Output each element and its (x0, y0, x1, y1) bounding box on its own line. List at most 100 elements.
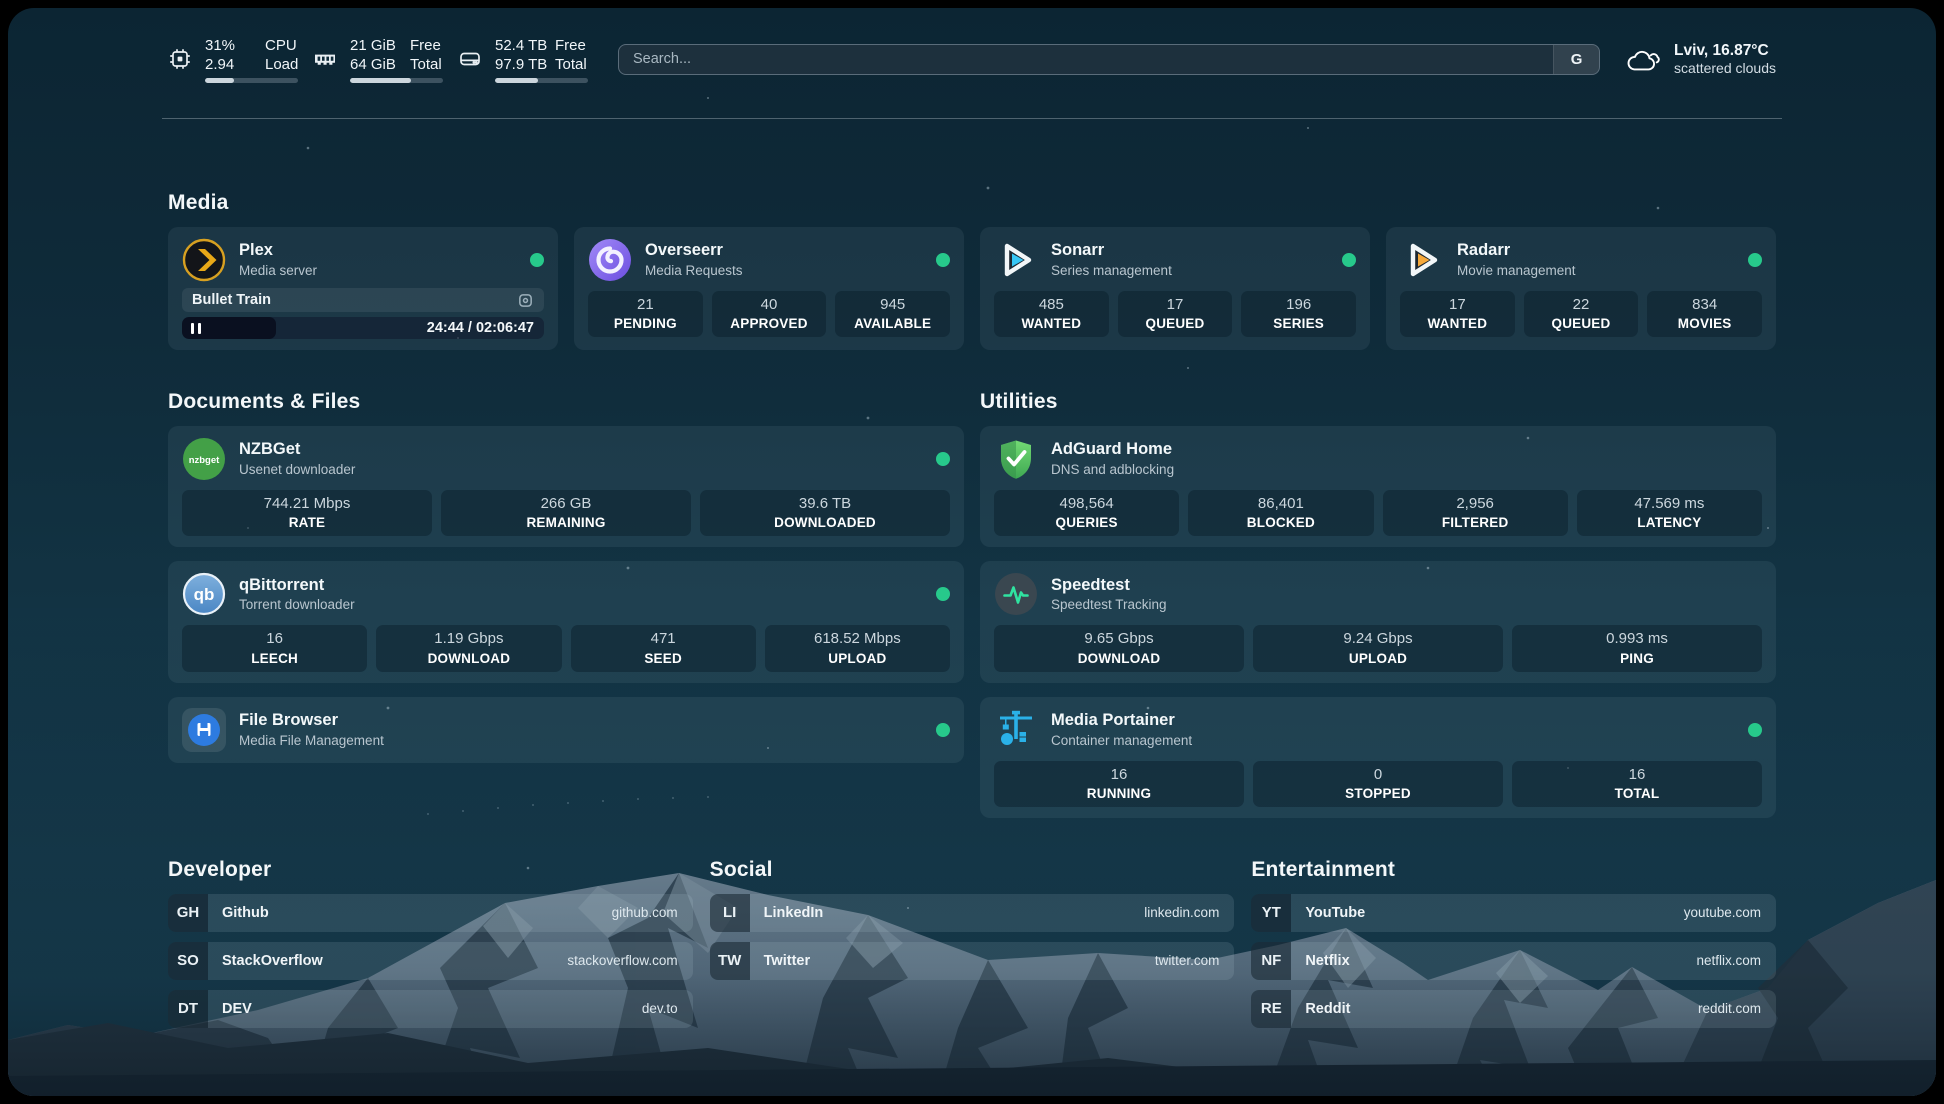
memory-stat: 21 GiB64 GiB FreeTotal (313, 36, 443, 83)
stat-leech: 16LEECH (182, 625, 367, 671)
app-desc: Series management (1051, 262, 1172, 280)
stat-downloaded: 39.6 TBDOWNLOADED (700, 490, 950, 536)
bookmark-url: youtube.com (1684, 905, 1761, 920)
memory-icon (313, 47, 337, 71)
stat-stopped: 0STOPPED (1253, 761, 1503, 807)
cpu-label-1: CPU (265, 36, 298, 55)
memory-bar (350, 78, 443, 83)
section-developer: Developer GH Github github.com SO StackO… (168, 858, 693, 1028)
stat-movies: 834MOVIES (1647, 291, 1762, 337)
app-card-portainer[interactable]: Media Portainer Container management 16R… (980, 697, 1776, 818)
app-desc: Container management (1051, 732, 1192, 750)
search-bar: G (618, 44, 1600, 75)
stat-rate: 744.21 MbpsRATE (182, 490, 432, 536)
stat-wanted: 485WANTED (994, 291, 1109, 337)
bookmark-label: YouTube (1305, 905, 1365, 921)
app-card-adguard[interactable]: AdGuard Home DNS and adblocking 498,564Q… (980, 426, 1776, 547)
bookmark-abbr: NF (1251, 942, 1291, 980)
bookmark-youtube[interactable]: YT YouTube youtube.com (1251, 894, 1776, 932)
camera-icon[interactable] (517, 292, 534, 309)
bookmark-github[interactable]: GH Github github.com (168, 894, 693, 932)
bookmark-netflix[interactable]: NF Netflix netflix.com (1251, 942, 1776, 980)
bookmark-url: reddit.com (1698, 1001, 1761, 1016)
bookmark-url: github.com (612, 905, 678, 920)
memory-label-2: Total (410, 55, 443, 74)
disk-label-1: Free (555, 36, 588, 55)
stat-seed: 471SEED (571, 625, 756, 671)
app-name: qBittorrent (239, 575, 355, 596)
stat-ping: 0.993 msPING (1512, 625, 1762, 671)
qbittorrent-icon: qb (182, 572, 226, 616)
status-dot (1342, 253, 1356, 267)
dashboard-page: 31%2.94 CPULoad 21 GiB64 GiB F (8, 8, 1936, 1096)
search-engine-button[interactable]: G (1553, 45, 1599, 74)
bookmark-url: stackoverflow.com (567, 953, 677, 968)
cloud-icon (1625, 46, 1661, 73)
bookmark-abbr: LI (710, 894, 750, 932)
app-card-qbittorrent[interactable]: qb qBittorrent Torrent downloader 16LEEC… (168, 561, 964, 682)
app-card-speedtest[interactable]: Speedtest Speedtest Tracking 9.65 GbpsDO… (980, 561, 1776, 682)
app-name: Radarr (1457, 240, 1576, 261)
app-card-radarr[interactable]: Radarr Movie management 17WANTED 22QUEUE… (1386, 227, 1776, 350)
bookmark-twitter[interactable]: TW Twitter twitter.com (710, 942, 1235, 980)
header-divider (162, 118, 1782, 119)
weather-widget: Lviv, 16.87°C scattered clouds (1625, 41, 1776, 78)
app-desc: Speedtest Tracking (1051, 596, 1167, 614)
app-card-overseerr[interactable]: Overseerr Media Requests 21PENDING 40APP… (574, 227, 964, 350)
plex-icon (182, 238, 226, 282)
section-title-entertainment: Entertainment (1251, 858, 1776, 882)
app-desc: Media server (239, 262, 317, 280)
disk-stat: 52.4 TB97.9 TB FreeTotal (458, 36, 588, 83)
stat-available: 945AVAILABLE (835, 291, 950, 337)
status-dot (530, 253, 544, 267)
status-dot (936, 452, 950, 466)
bookmark-stackoverflow[interactable]: SO StackOverflow stackoverflow.com (168, 942, 693, 980)
cpu-percent: 31% (205, 36, 265, 55)
bookmark-url: linkedin.com (1144, 905, 1219, 920)
disk-bar (495, 78, 588, 83)
app-card-nzbget[interactable]: nzbget NZBGet Usenet downloader 744.21 M… (168, 426, 964, 547)
stat-upload: 9.24 GbpsUPLOAD (1253, 625, 1503, 671)
svg-text:qb: qb (194, 585, 215, 604)
section-utilities: Utilities (980, 390, 1776, 818)
section-entertainment: Entertainment YT YouTube youtube.com NF … (1251, 858, 1776, 1028)
app-name: AdGuard Home (1051, 439, 1174, 460)
bookmark-url: dev.to (642, 1001, 678, 1016)
search-input[interactable] (619, 51, 1553, 67)
stat-total: 16TOTAL (1512, 761, 1762, 807)
bookmark-label: LinkedIn (764, 905, 824, 921)
app-card-filebrowser[interactable]: File Browser Media File Management (168, 697, 964, 763)
stat-blocked: 86,401BLOCKED (1188, 490, 1373, 536)
app-name: Media Portainer (1051, 710, 1192, 731)
status-dot (936, 587, 950, 601)
cpu-bar (205, 78, 298, 83)
status-dot (1748, 253, 1762, 267)
bookmark-abbr: TW (710, 942, 750, 980)
bookmark-label: Reddit (1305, 1001, 1350, 1017)
bookmark-abbr: GH (168, 894, 208, 932)
pause-icon[interactable] (191, 323, 201, 334)
status-dot (936, 253, 950, 267)
app-card-sonarr[interactable]: Sonarr Series management 485WANTED 17QUE… (980, 227, 1370, 350)
stat-pending: 21PENDING (588, 291, 703, 337)
app-desc: Torrent downloader (239, 596, 355, 614)
bookmark-dev[interactable]: DT DEV dev.to (168, 990, 693, 1028)
bookmark-linkedin[interactable]: LI LinkedIn linkedin.com (710, 894, 1235, 932)
now-playing-row[interactable]: Bullet Train (182, 288, 544, 312)
app-desc: Media File Management (239, 732, 384, 750)
app-desc: Media Requests (645, 262, 743, 280)
stat-running: 16RUNNING (994, 761, 1244, 807)
overseerr-icon (588, 238, 632, 282)
status-dot (936, 723, 950, 737)
stat-filtered: 2,956FILTERED (1383, 490, 1568, 536)
disk-label-2: Total (555, 55, 588, 74)
app-card-plex[interactable]: Plex Media server Bullet Train (168, 227, 558, 350)
now-playing-title: Bullet Train (192, 292, 271, 308)
cpu-label-2: Load (265, 55, 298, 74)
app-name: NZBGet (239, 439, 355, 460)
stat-wanted: 17WANTED (1400, 291, 1515, 337)
stat-approved: 40APPROVED (712, 291, 827, 337)
cpu-load: 2.94 (205, 55, 265, 74)
disk-free: 52.4 TB (495, 36, 555, 55)
bookmark-reddit[interactable]: RE Reddit reddit.com (1251, 990, 1776, 1028)
